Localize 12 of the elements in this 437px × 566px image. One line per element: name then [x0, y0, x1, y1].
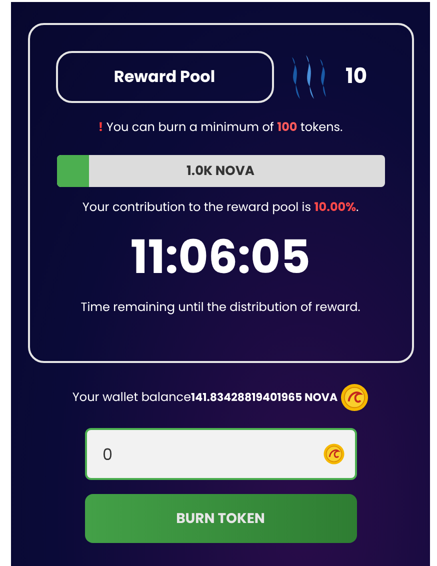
wallet-balance-amount: 141.83428819401965 NOVA: [191, 389, 338, 406]
contribution-text: Your contribution to the reward pool is 10.00%.: [82, 199, 359, 217]
burn-amount-field[interactable]: 0: [84, 428, 356, 480]
progress-label: 1.0K NOVA: [186, 160, 256, 182]
minimum-burn-notice: ! You can burn a minimum of 100 tokens.: [98, 119, 343, 137]
timer-caption: Time remaining until the distribution of reward.: [80, 299, 360, 317]
wallet-balance-label: Your wallet balance: [72, 388, 192, 406]
coin-icon: [322, 443, 344, 465]
steem-count: 10: [346, 61, 368, 93]
reward-pool-title: Reward Pool: [56, 51, 274, 103]
coin-icon: [340, 383, 369, 412]
countdown-timer: 11:06:05: [130, 235, 310, 281]
